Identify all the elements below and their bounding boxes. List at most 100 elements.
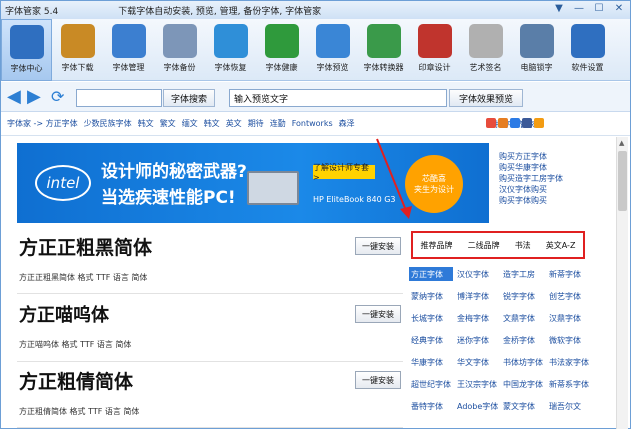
brand-link[interactable]: Adobe字体 — [455, 399, 499, 413]
toolbar-button-5[interactable]: 字体健康 — [256, 19, 307, 81]
brand-link[interactable]: 书法家字体 — [547, 355, 591, 369]
brand-link[interactable]: 迷你字体 — [455, 333, 499, 347]
brand-tab[interactable]: 英文A-Z — [546, 240, 576, 251]
brand-link[interactable]: 新蒂字体 — [547, 267, 591, 281]
brand-link[interactable]: 华文字体 — [455, 355, 499, 369]
brand-link[interactable]: 瑞吾尔文 — [547, 399, 591, 413]
brand-link[interactable]: 经典字体 — [409, 333, 453, 347]
toolbar-button-8[interactable]: 印章设计 — [409, 19, 460, 81]
category-link[interactable]: 繁文 — [160, 118, 176, 129]
category-link[interactable]: Fontworks — [292, 119, 333, 128]
brand-tab[interactable]: 推荐品牌 — [421, 240, 453, 251]
toolbar-button-4[interactable]: 字体恢复 — [205, 19, 256, 81]
font-preview-button[interactable]: 字体效果预览 — [449, 89, 523, 107]
minimize-icon[interactable]: — — [572, 2, 586, 16]
weibo-icon[interactable] — [486, 118, 496, 128]
brand-link[interactable]: 王汉宗字体 — [455, 377, 499, 391]
brand-link[interactable]: 中国龙字体 — [501, 377, 545, 391]
scrollbar-thumb[interactable] — [618, 151, 627, 211]
toolbar-button-3[interactable]: 字体备份 — [154, 19, 205, 81]
brand-link[interactable]: 蒙文字体 — [501, 399, 545, 413]
ad-link[interactable]: 汉仪字体购买 — [499, 184, 563, 195]
category-link[interactable]: 英文 — [226, 118, 242, 129]
menu-dropdown-icon[interactable]: ▼ — [552, 2, 566, 16]
scroll-up-icon[interactable]: ▲ — [619, 139, 624, 147]
toolbar-button-9[interactable]: 艺术签名 — [460, 19, 511, 81]
brand-link[interactable]: 番特字体 — [409, 399, 453, 413]
toolbar-button-7[interactable]: 字体转换器 — [358, 19, 409, 81]
font-divider — [17, 427, 403, 428]
banner-model: HP EliteBook 840 G3 — [313, 195, 396, 204]
brand-link[interactable]: 金梅字体 — [455, 311, 499, 325]
category-link[interactable]: 连勤 — [270, 118, 286, 129]
main-toolbar: 字体中心 字体下载 字体管理 字体备份 字体恢复 字体健康 字体预览 字体转换器 印章设计 艺术签… — [1, 19, 630, 81]
brand-link[interactable]: 微软字体 — [547, 333, 591, 347]
maximize-icon[interactable]: ☐ — [592, 2, 606, 16]
back-arrow-icon[interactable]: ◀ — [7, 88, 21, 106]
font-divider — [17, 361, 403, 362]
toolbar-button-6[interactable]: 字体预览 — [307, 19, 358, 81]
renren-icon[interactable] — [498, 118, 508, 128]
category-link[interactable]: 缅文 — [182, 118, 198, 129]
category-link[interactable]: 韩文 — [204, 118, 220, 129]
install-button[interactable]: 一键安装 — [355, 237, 401, 255]
share-b-icon[interactable] — [534, 118, 544, 128]
ad-link[interactable]: 购买造字工房字体 — [499, 173, 563, 184]
brand-link[interactable]: 博洋字体 — [455, 289, 499, 303]
banner-tag[interactable]: 了解设计师专套 > — [313, 163, 375, 182]
ad-link[interactable]: 购买方正字体 — [499, 151, 563, 162]
ad-link[interactable]: 购买字体购买 — [499, 195, 563, 206]
preview-icon — [315, 24, 350, 58]
brand-link[interactable]: 创艺字体 — [547, 289, 591, 303]
font-item: 方正粗倩简体 方正粗倩简体 格式 TTF 语言 简体 一键安装 — [19, 367, 401, 427]
category-link[interactable]: 森泽 — [339, 118, 355, 129]
download-bag-icon — [60, 24, 95, 58]
brand-link[interactable]: 超世纪字体 — [409, 377, 453, 391]
preview-text-input[interactable] — [229, 89, 447, 107]
toolbar-label: 字体转换器 — [363, 63, 404, 72]
brand-link[interactable]: 造字工房 — [501, 267, 545, 281]
brand-link[interactable]: 汉仪字体 — [455, 267, 499, 281]
vertical-scrollbar[interactable]: ▲ — [616, 137, 628, 429]
ad-banner[interactable]: intel 设计师的秘密武器? 当选疾速性能PC! 了解设计师专套 > HP E… — [17, 143, 489, 223]
backup-icon — [162, 24, 197, 58]
brand-link[interactable]: 蒙纳字体 — [409, 289, 453, 303]
font-search-button[interactable]: 字体搜索 — [163, 89, 215, 107]
install-button[interactable]: 一键安装 — [355, 305, 401, 323]
category-link[interactable]: 少数民族字体 — [84, 118, 132, 129]
brand-tab[interactable]: 二线品牌 — [468, 240, 500, 251]
toolbar-label: 印章设计 — [418, 63, 451, 72]
toolbar-button-0[interactable]: 字体中心 — [1, 19, 52, 81]
breadcrumb[interactable]: 字体家 -> 方正字体 — [7, 118, 78, 129]
brand-link[interactable]: 华康字体 — [409, 355, 453, 369]
font-name: 方正喵呜体 — [19, 305, 109, 326]
qzone-icon[interactable] — [510, 118, 520, 128]
toolbar-button-10[interactable]: 电脑锁字 — [511, 19, 562, 81]
close-icon[interactable]: ✕ — [612, 2, 626, 16]
brand-link[interactable]: 方正字体 — [409, 267, 453, 281]
brand-tab[interactable]: 书法 — [515, 240, 531, 251]
brand-link[interactable]: 锐字字体 — [501, 289, 545, 303]
toolbar-button-2[interactable]: 字体管理 — [103, 19, 154, 81]
brand-link[interactable]: 金桥字体 — [501, 333, 545, 347]
brand-link[interactable]: 汉鼎字体 — [547, 311, 591, 325]
banner-subheadline: 当选疾速性能PC! — [101, 188, 236, 208]
brand-link[interactable]: 新蒂系字体 — [547, 377, 591, 391]
toolbar-button-11[interactable]: 软件设置 — [562, 19, 613, 81]
category-link[interactable]: 韩文 — [138, 118, 154, 129]
font-search-input[interactable] — [76, 89, 162, 107]
forward-arrow-icon[interactable]: ▶ — [27, 88, 41, 106]
brand-link[interactable]: 书体坊字体 — [501, 355, 545, 369]
window-controls: ▼ — ☐ ✕ — [552, 2, 626, 16]
font-center-icon — [9, 25, 44, 59]
brand-link[interactable]: 长城字体 — [409, 311, 453, 325]
category-link[interactable]: 期待 — [248, 118, 264, 129]
toolbar-button-1[interactable]: 字体下载 — [52, 19, 103, 81]
manage-icon — [111, 24, 146, 58]
install-button[interactable]: 一键安装 — [355, 371, 401, 389]
font-name: 方正正粗黑简体 — [19, 237, 153, 259]
brand-link[interactable]: 文鼎字体 — [501, 311, 545, 325]
refresh-icon[interactable]: ⟳ — [51, 88, 64, 106]
ad-link[interactable]: 购买华康字体 — [499, 162, 563, 173]
share-a-icon[interactable] — [522, 118, 532, 128]
